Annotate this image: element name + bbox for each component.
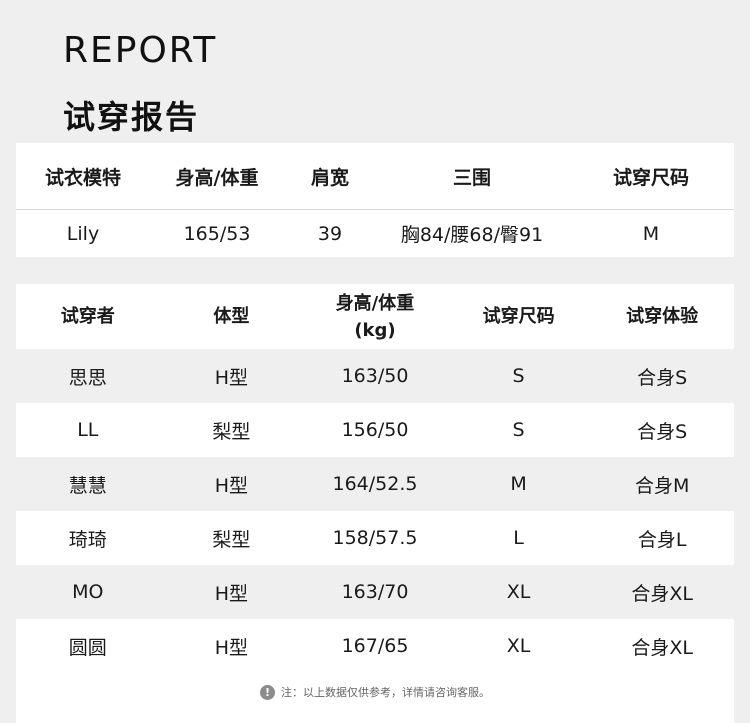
height-weight: 158/57.5	[332, 527, 418, 549]
header-experience: 试穿体验	[626, 306, 699, 327]
model-height-weight: 165/53	[183, 222, 251, 245]
tryon-size: S	[512, 365, 525, 387]
tester-name: 圆圆	[68, 636, 107, 659]
tester-name: 琦琦	[68, 528, 107, 551]
table-row: MO H型 163/70 XL 合身XL	[16, 565, 734, 619]
height-weight: 167/65	[341, 635, 409, 657]
model-table-header: 试衣模特 身高/体重 肩宽 三围 试穿尺码	[16, 143, 734, 210]
header-tester: 试穿者	[60, 306, 115, 327]
tryon-size: XL	[506, 635, 531, 657]
tryon-size: S	[512, 419, 525, 441]
model-shoulder: 39	[317, 222, 343, 245]
tester-name: 思思	[68, 366, 107, 389]
disclaimer-note: ! 注：以上数据仅供参考，详情请咨询客服。	[16, 684, 734, 700]
header-height-weight: 身高/体重	[175, 166, 259, 189]
table-row: 慧慧 H型 164/52.5 M 合身M	[16, 457, 734, 511]
height-weight: 164/52.5	[332, 473, 418, 495]
header-measurements: 三围	[452, 166, 491, 189]
body-type: H型	[214, 636, 249, 659]
tryon-size: M	[510, 473, 527, 495]
tryon-size: XL	[506, 581, 531, 603]
tester-name: MO	[72, 581, 104, 603]
model-name: Lily	[66, 222, 100, 245]
report-title-en: REPORT	[63, 30, 218, 71]
report-title-zh: 试穿报告	[63, 98, 200, 136]
exclamation-icon: !	[260, 684, 275, 700]
fit-experience: 合身M	[634, 474, 690, 497]
table-row: 琦琦 梨型 158/57.5 L 合身L	[16, 511, 734, 565]
table-row: LL 梨型 156/50 S 合身S	[16, 403, 734, 457]
model-measurements: 胸84/腰68/臀91	[400, 224, 544, 246]
fit-experience: 合身S	[637, 366, 688, 389]
height-weight: 163/70	[341, 581, 409, 603]
tryon-table-header: 试穿者 体型 身高/体重 (kg) 试穿尺码 试穿体验	[16, 284, 734, 349]
body-type: H型	[214, 474, 249, 497]
tryon-table: 试穿者 体型 身高/体重 (kg) 试穿尺码 试穿体验 思思 H型 163/50…	[16, 284, 734, 723]
fit-experience: 合身XL	[631, 636, 693, 659]
height-weight: 163/50	[341, 365, 409, 387]
header-height-weight-kg: 身高/体重 (kg)	[303, 290, 447, 344]
tester-name: LL	[77, 419, 99, 441]
fit-experience: 合身S	[637, 420, 688, 443]
model-table-row: Lily 165/53 39 胸84/腰68/臀91 M	[16, 210, 734, 257]
fit-experience: 合身L	[637, 528, 687, 551]
fit-experience: 合身XL	[631, 582, 693, 605]
table-row: 圆圆 H型 167/65 XL 合身XL	[16, 619, 734, 673]
header-body-type: 体型	[213, 306, 250, 327]
body-type: H型	[214, 366, 249, 389]
body-type: 梨型	[212, 528, 251, 551]
tester-name: 慧慧	[68, 474, 107, 497]
model-size: M	[642, 222, 660, 245]
tryon-size: L	[513, 527, 524, 549]
disclaimer-text: 注：以上数据仅供参考，详情请咨询客服。	[281, 686, 490, 699]
height-weight: 156/50	[341, 419, 409, 441]
body-type: 梨型	[212, 420, 251, 443]
model-table: 试衣模特 身高/体重 肩宽 三围 试穿尺码 Lily 165/53 39 胸84…	[16, 143, 734, 257]
header-tryon-size: 试穿尺码	[482, 306, 555, 327]
body-type: H型	[214, 582, 249, 605]
header-shoulder: 肩宽	[310, 166, 349, 189]
header-model: 试衣模特	[44, 166, 121, 189]
header-kg-unit: (kg)	[354, 319, 396, 341]
header-size: 试穿尺码	[612, 166, 689, 189]
table-row: 思思 H型 163/50 S 合身S	[16, 349, 734, 403]
header-height-weight-label: 身高/体重	[335, 292, 415, 314]
